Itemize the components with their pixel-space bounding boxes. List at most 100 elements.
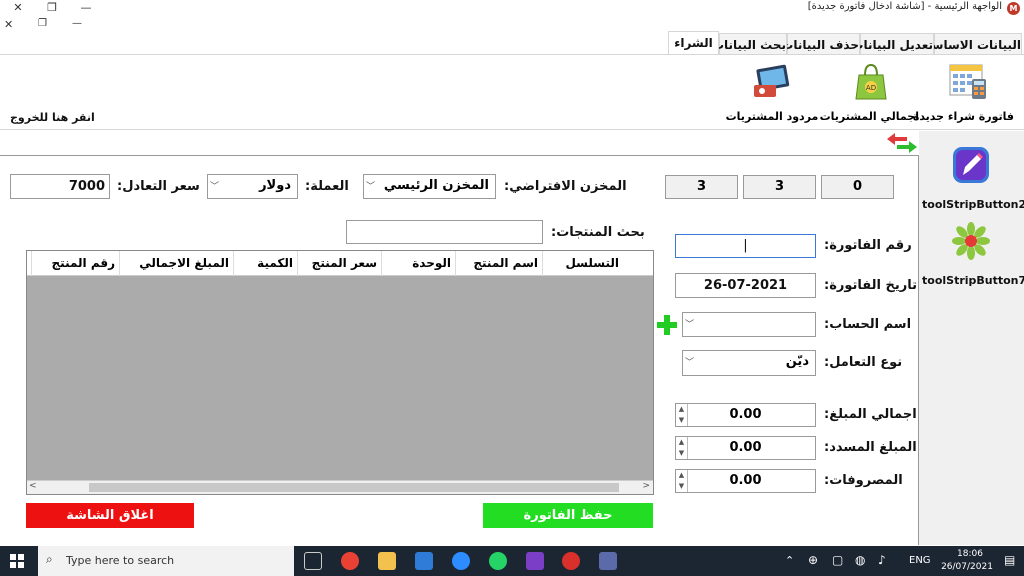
exchange-rate-label: سعر التعادل: [117, 179, 200, 194]
paid-amount-spinner[interactable]: ▲ ▼ 0.00 [675, 436, 816, 460]
svg-text:AD: AD [866, 84, 876, 92]
app-pinned-icon[interactable] [599, 552, 617, 570]
total-purchases-button[interactable]: AD اجمالي المشتريات [820, 57, 919, 127]
deal-type-label: نوع التعامل: [824, 355, 903, 370]
total-amount-label: اجمالي المبلغ: [824, 407, 917, 422]
account-name-select[interactable]: ﹀ [682, 312, 816, 337]
warehouse-value: المخزن الرئيسي [383, 178, 489, 193]
column-header-total[interactable]: المبلغ الاجمالي [119, 251, 233, 276]
warehouse-label: المخزن الافتراضي: [504, 179, 627, 194]
expenses-label: المصروفات: [824, 473, 903, 488]
total-amount-spinner[interactable]: ▲ ▼ 0.00 [675, 403, 816, 427]
flower-icon [952, 222, 990, 260]
warehouse-select[interactable]: ﹀ المخزن الرئيسي [363, 174, 496, 199]
notifications-icon[interactable]: ▤ [1004, 553, 1015, 567]
network-icon[interactable]: ◍ [855, 553, 865, 567]
column-header-unit[interactable]: الوحدة [381, 251, 455, 276]
visual-studio-icon[interactable] [526, 552, 544, 570]
ribbon: فاتورة شراء جديدة AD اجمالي المشتريات مر… [0, 54, 1024, 130]
invoice-number-label: رقم الفاتورة: [824, 238, 912, 253]
clock-time[interactable]: 18:06 [947, 549, 993, 559]
toolstrip-button-7-label: toolStripButton7 [922, 274, 1024, 287]
exchange-rate-input[interactable]: 7000 [10, 174, 110, 199]
toolstrip-button-2-label: toolStripButton2 [922, 198, 1024, 211]
currency-label: العملة: [305, 179, 349, 194]
restore-icon[interactable]: ❐ [42, 0, 62, 16]
returns-icon [754, 64, 790, 97]
products-grid[interactable]: التسلسل اسم المنتج الوحدة سعر المنتج الك… [26, 250, 654, 495]
paid-amount-value: 0.00 [729, 440, 762, 455]
shopping-bag-icon: AD [855, 63, 887, 100]
tab-search-data[interactable]: بحث البيانات [712, 33, 787, 55]
column-header-quantity[interactable]: الكمية [233, 251, 297, 276]
currency-value: دولار [259, 178, 291, 193]
grid-header: التسلسل اسم المنتج الوحدة سعر المنتج الك… [27, 251, 653, 276]
deal-type-select[interactable]: ﹀ ديّن [682, 350, 816, 376]
app-icon: M [1007, 2, 1020, 15]
clock-date[interactable]: 26/07/2021 [937, 562, 997, 572]
total-amount-value: 0.00 [729, 407, 762, 422]
scrollbar-thumb[interactable] [89, 483, 619, 492]
counter-box-1: 0 [821, 175, 894, 199]
toolstrip-button-2[interactable]: toolStripButton2 [922, 139, 1024, 215]
scroll-right-icon[interactable]: > [642, 481, 650, 491]
chevron-down-icon: ﹀ [210, 182, 220, 192]
file-explorer-icon[interactable] [378, 552, 396, 570]
mdi-close-icon[interactable]: ✕ [4, 18, 13, 31]
tray-globe-icon[interactable]: ⊕ [808, 553, 818, 567]
new-purchase-invoice-label: فاتورة شراء جديدة [912, 110, 1014, 123]
edit-icon [953, 147, 989, 183]
chrome-icon[interactable] [341, 552, 359, 570]
paid-amount-label: المبلغ المسدد: [824, 440, 917, 455]
tray-chevron-icon[interactable]: ⌃ [785, 554, 794, 567]
taskbar-search-box[interactable]: ⌕ Type here to search [38, 546, 294, 576]
volume-icon[interactable]: ♪ [878, 553, 886, 567]
toolstrip-button-7[interactable]: toolStripButton7 [922, 215, 1024, 291]
minimize-icon[interactable]: — [76, 0, 96, 16]
column-header-price[interactable]: سعر المنتج [297, 251, 381, 276]
invoice-date-label: تاريخ الفاتورة: [824, 278, 917, 293]
grid-horizontal-scrollbar[interactable]: < > [27, 480, 653, 494]
add-account-plus-icon[interactable] [656, 314, 678, 336]
invoice-number-input[interactable]: | [675, 234, 816, 258]
invoice-date-input[interactable]: 26-07-2021 [675, 273, 816, 298]
account-name-label: اسم الحساب: [824, 317, 912, 332]
windows-start-icon[interactable] [10, 554, 24, 568]
menu-tabs: البيانات الاساسية تعديل البيانات حذف الب… [0, 31, 1024, 55]
tab-purchase[interactable]: الشراء [668, 31, 719, 55]
language-indicator[interactable]: ENG [909, 555, 931, 566]
mdi-restore-icon[interactable]: ❐ [38, 18, 47, 29]
back-forward-arrows-icon[interactable] [885, 132, 919, 154]
mail-icon[interactable] [415, 552, 433, 570]
expenses-value: 0.00 [729, 473, 762, 488]
column-header-product-number[interactable]: رقم المنتج [31, 251, 119, 276]
product-search-input[interactable] [346, 220, 543, 244]
tab-delete-data[interactable]: حذف البيانات [781, 33, 860, 55]
tab-basic-data[interactable]: البيانات الاساسية [919, 33, 1022, 55]
calculator-icon [949, 64, 986, 99]
scroll-left-icon[interactable]: < [29, 481, 37, 491]
close-icon[interactable]: ✕ [8, 0, 28, 16]
product-search-label: بحث المنتجات: [551, 225, 645, 240]
mdi-minimize-icon[interactable]: — [72, 18, 82, 29]
chevron-down-icon: ﹀ [366, 182, 376, 192]
save-invoice-button[interactable]: حفظ الفاتورة [483, 503, 653, 528]
task-view-icon[interactable] [304, 552, 322, 570]
app-m-icon[interactable] [562, 552, 580, 570]
currency-select[interactable]: ﹀ دولار [207, 174, 298, 199]
whatsapp-icon[interactable] [489, 552, 507, 570]
zoom-icon[interactable] [452, 552, 470, 570]
chevron-down-icon: ﹀ [685, 320, 695, 330]
exit-link[interactable]: انقر هنا للخروج [10, 111, 95, 124]
column-header-product-name[interactable]: اسم المنتج [455, 251, 542, 276]
side-toolstrip: toolStripButton2 toolStripButton7 [919, 131, 1024, 545]
tray-app-icon[interactable]: ▢ [832, 553, 843, 567]
expenses-spinner[interactable]: ▲ ▼ 0.00 [675, 469, 816, 493]
new-purchase-invoice-button[interactable]: فاتورة شراء جديدة [912, 57, 1014, 127]
tab-edit-data[interactable]: تعديل البيانات [851, 33, 934, 55]
deal-type-value: ديّن [785, 354, 809, 369]
column-header-serial[interactable]: التسلسل [542, 251, 623, 276]
counter-box-2: 3 [743, 175, 816, 199]
close-screen-button[interactable]: اغلاق الشاشة [26, 503, 194, 528]
purchase-returns-button[interactable]: مردود المشتريات [724, 57, 820, 127]
